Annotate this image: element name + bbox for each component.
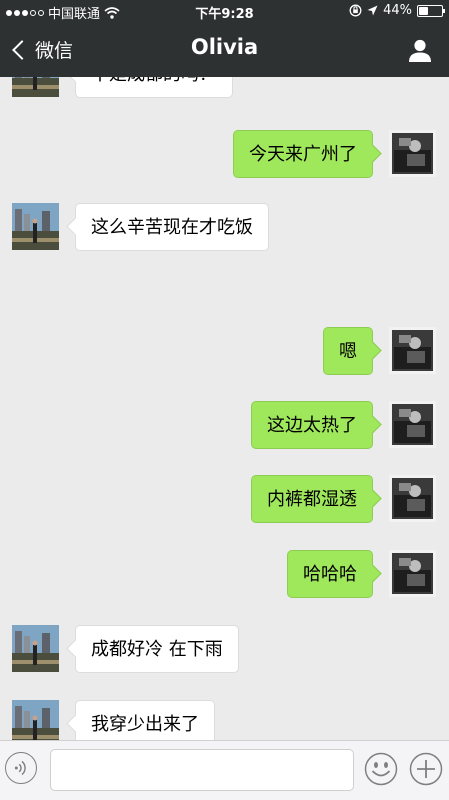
outgoing-message-bubble[interactable]: 这边太热了: [251, 401, 373, 449]
outgoing-message-bubble[interactable]: 今天来广州了: [233, 130, 373, 178]
incoming-message-bubble[interactable]: 这么辛苦现在才吃饭: [75, 203, 269, 251]
outgoing-message-bubble[interactable]: 内裤都湿透: [251, 475, 373, 523]
battery-icon: [417, 4, 445, 17]
status-bar: 中国联通 下午9:28 44%: [0, 0, 449, 22]
incoming-message-bubble[interactable]: 成都好冷 在下雨: [75, 625, 239, 673]
person-icon[interactable]: [407, 37, 433, 63]
status-right: 44%: [349, 3, 445, 18]
contact-avatar[interactable]: [12, 203, 59, 250]
message-row: 这么辛苦现在才吃饭: [0, 203, 449, 253]
battery-percentage: 44%: [383, 3, 412, 18]
my-avatar[interactable]: [389, 401, 436, 448]
chat-message-list[interactable]: 不是成都的吗？ 今天来广州了 这么辛苦现在才吃饭 嗯: [0, 77, 449, 740]
my-avatar[interactable]: [389, 327, 436, 374]
battery-fill: [419, 6, 428, 15]
message-row: 这边太热了: [0, 401, 449, 451]
plus-icon[interactable]: [409, 752, 443, 786]
chat-title: Olivia: [190, 35, 259, 59]
contact-avatar[interactable]: [12, 77, 59, 97]
message-row: 我穿少出来了: [0, 700, 449, 740]
my-avatar[interactable]: [389, 475, 436, 522]
outgoing-message-bubble[interactable]: 哈哈哈: [287, 550, 373, 598]
my-avatar[interactable]: [389, 550, 436, 597]
message-row: 哈哈哈: [0, 550, 449, 600]
message-row: 内裤都湿透: [0, 475, 449, 525]
chat-input-bar: [0, 740, 449, 800]
message-input[interactable]: [50, 749, 354, 791]
location-arrow-icon: [367, 5, 378, 16]
message-row: 不是成都的吗？: [0, 77, 449, 100]
message-row: 嗯: [0, 327, 449, 377]
outgoing-message-bubble[interactable]: 嗯: [323, 327, 373, 375]
message-row: 成都好冷 在下雨: [0, 625, 449, 675]
navigation-bar: 微信 Olivia: [0, 22, 449, 77]
contact-avatar[interactable]: [12, 700, 59, 740]
my-avatar[interactable]: [389, 130, 436, 177]
contact-avatar[interactable]: [12, 625, 59, 672]
incoming-message-bubble[interactable]: 我穿少出来了: [75, 700, 215, 740]
emoji-icon[interactable]: [364, 752, 398, 786]
incoming-message-bubble[interactable]: 不是成都的吗？: [75, 77, 233, 98]
message-row: 今天来广州了: [0, 130, 449, 180]
rotation-lock-icon: [349, 4, 362, 17]
voice-icon[interactable]: [5, 752, 37, 784]
